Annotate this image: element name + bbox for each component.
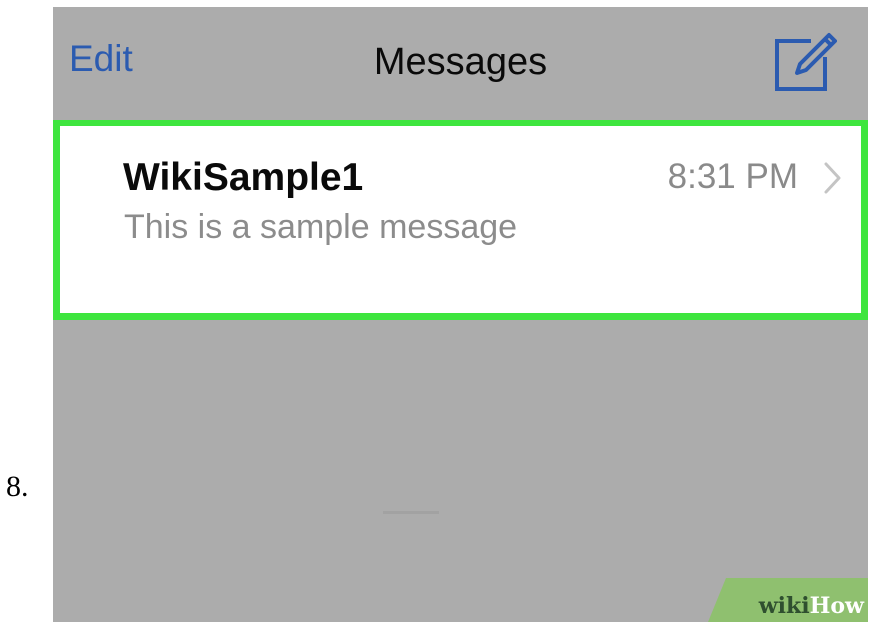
page: 8. Edit Messages WikiSample1 8:31 PM Thi… xyxy=(0,0,873,622)
conversation-row[interactable]: WikiSample1 8:31 PM This is a sample mes… xyxy=(60,126,861,313)
empty-list-area xyxy=(53,320,868,622)
chevron-right-icon xyxy=(823,161,843,195)
conversation-name: WikiSample1 xyxy=(123,156,364,199)
step-number: 8. xyxy=(6,470,29,503)
watermark-how: How xyxy=(809,593,864,619)
highlight-box: WikiSample1 8:31 PM This is a sample mes… xyxy=(53,120,868,320)
divider xyxy=(383,511,439,514)
page-title: Messages xyxy=(373,41,548,83)
compose-icon xyxy=(771,29,837,95)
compose-button[interactable] xyxy=(771,29,837,95)
navigation-bar: Edit Messages xyxy=(53,7,868,120)
conversation-preview: This is a sample message xyxy=(124,208,518,246)
watermark-logo: wikiHow xyxy=(708,578,868,622)
phone-screen: Edit Messages WikiSample1 8:31 PM This i… xyxy=(53,7,868,622)
watermark-wiki: wiki xyxy=(758,593,810,619)
conversation-time: 8:31 PM xyxy=(667,157,798,196)
